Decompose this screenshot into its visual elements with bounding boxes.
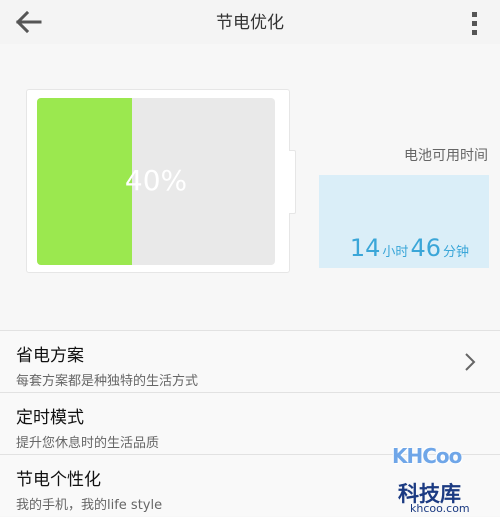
arrow-left-icon <box>15 10 42 34</box>
list-item-subtitle: 每套方案都是种独特的生活方式 <box>16 374 199 389</box>
hours-value: 14 <box>349 234 381 262</box>
watermark-url: khcoo.com <box>410 502 470 515</box>
minutes-unit: 分钟 <box>442 245 469 260</box>
more-menu-button[interactable] <box>464 8 484 38</box>
page-title: 节电优化 <box>216 13 284 33</box>
battery-time-box: 14 小时 46 分钟 <box>319 175 489 268</box>
list-item-title: 省电方案 <box>16 346 84 366</box>
battery-body: 40% <box>37 98 275 265</box>
battery-tip <box>289 150 296 214</box>
watermark-logo: KHCoo <box>392 444 462 468</box>
list-item-subtitle: 我的手机，我的life style <box>16 498 163 513</box>
chevron-right-icon <box>465 353 476 371</box>
watermark: KHCoo 科技库 khcoo.com <box>390 438 490 517</box>
list-item-title: 定时模式 <box>16 408 84 428</box>
minutes-value: 46 <box>410 234 441 262</box>
back-button[interactable] <box>8 4 48 40</box>
app-header: 节电优化 <box>0 0 500 44</box>
battery-graphic: 40% <box>26 89 290 273</box>
list-item-power-plan[interactable]: 省电方案 每套方案都是种独特的生活方式 <box>0 330 500 392</box>
battery-percent: 40% <box>124 164 188 197</box>
battery-time-value: 14 小时 46 分钟 <box>350 234 471 262</box>
list-item-subtitle: 提升您休息时的生活品质 <box>16 436 160 451</box>
list-item-title: 节电个性化 <box>16 470 101 490</box>
battery-time-label: 电池可用时间 <box>404 148 488 164</box>
hours-unit: 小时 <box>382 245 409 260</box>
more-vertical-icon <box>471 11 477 17</box>
